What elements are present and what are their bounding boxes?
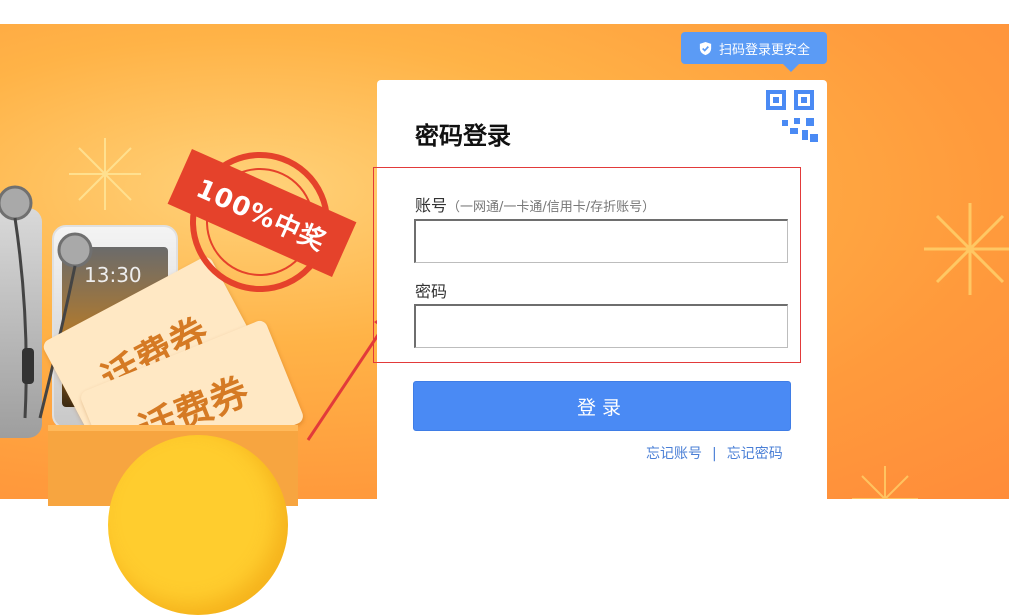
login-button[interactable]: 登录 xyxy=(413,381,791,431)
account-hint: （一网通/一卡通/信用卡/存折账号） xyxy=(447,200,656,215)
forgot-links: 忘记账号 | 忘记密码 xyxy=(646,443,783,463)
password-input[interactable] xyxy=(414,304,788,348)
link-separator: | xyxy=(712,446,717,462)
top-bar xyxy=(0,0,1009,24)
account-label: 账号（一网通/一卡通/信用卡/存折账号） xyxy=(415,196,656,215)
firework-decoration-bottom xyxy=(852,466,918,499)
qr-code-icon[interactable] xyxy=(760,84,822,146)
account-input[interactable] xyxy=(414,219,788,263)
scan-login-tip-text: 扫码登录更安全 xyxy=(718,42,810,58)
scan-login-tip[interactable]: 扫码登录更安全 xyxy=(681,32,827,72)
firework-decoration-right xyxy=(924,203,1009,295)
password-label: 密码 xyxy=(415,282,448,301)
forgot-account-link[interactable]: 忘记账号 xyxy=(646,446,702,462)
smiley-mascot xyxy=(108,435,288,615)
login-title: 密码登录 xyxy=(415,122,511,150)
forgot-password-link[interactable]: 忘记密码 xyxy=(727,446,783,462)
shield-check-icon xyxy=(699,41,712,55)
